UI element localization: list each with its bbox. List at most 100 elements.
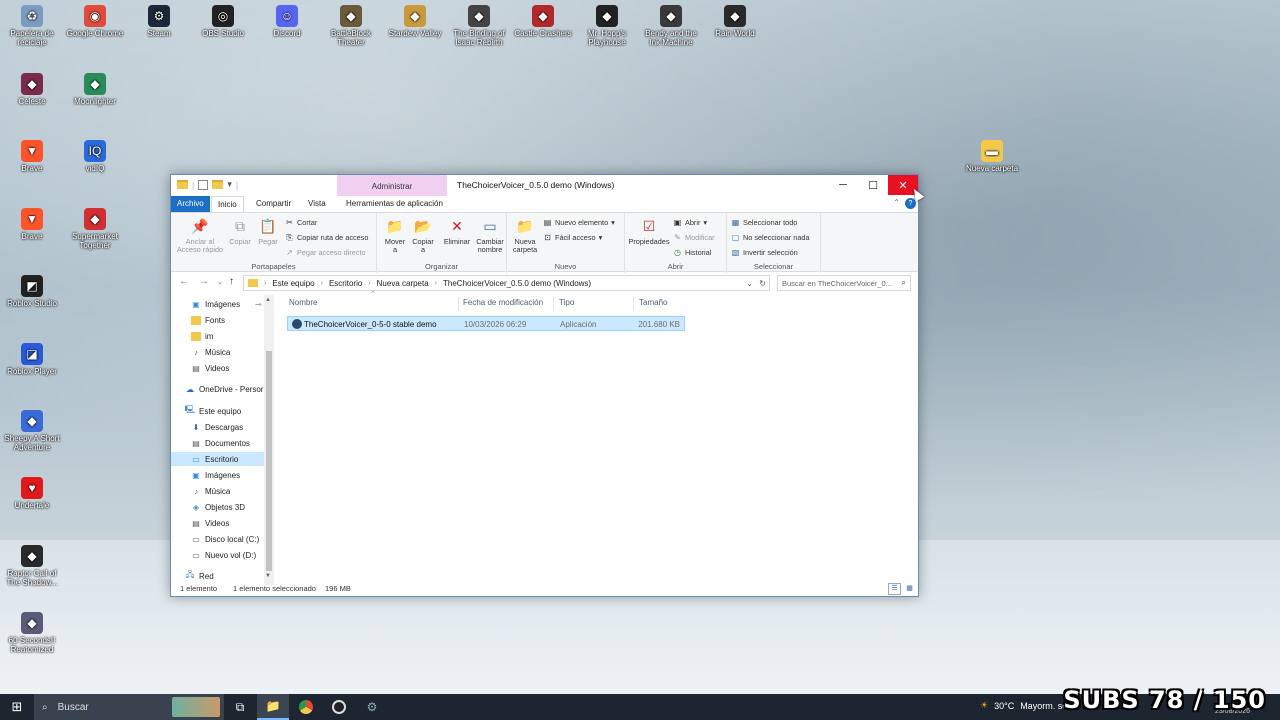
nav-item-im[interactable]: im xyxy=(171,329,264,343)
taskbar-search[interactable]: ⌕ Buscar xyxy=(34,694,224,720)
column-header-tipo[interactable]: Tipo xyxy=(559,298,574,307)
desktop-icon[interactable]: ◆ Sheepy A Short Adventure xyxy=(0,410,64,452)
history-button[interactable]: ◷ Historial xyxy=(673,248,711,257)
steam-taskbar-icon[interactable]: ⚙ xyxy=(356,694,388,720)
scroll-up-icon[interactable]: ▲ xyxy=(265,297,271,303)
details-view-icon[interactable]: ☰ xyxy=(888,583,901,595)
desktop-icon[interactable]: ◆ Celeste xyxy=(0,73,64,106)
nav-item-pc-3[interactable]: ▣ Imágenes xyxy=(171,468,264,482)
nav-scrollbar[interactable]: ▲ ▼ xyxy=(264,295,274,585)
desktop-icon[interactable]: ▼ Brave xyxy=(0,208,64,241)
desktop-icon[interactable]: ◆ Castle Crashers xyxy=(511,5,575,38)
up-arrow-icon[interactable]: ↑ xyxy=(229,276,234,287)
file-explorer-taskbar-icon[interactable]: 📁 xyxy=(257,694,289,720)
desktop-icon[interactable]: ◆ 60 Seconds!! Reatomized xyxy=(0,612,64,654)
desktop-icon[interactable]: ▼ Brave xyxy=(0,140,64,173)
nav-item-pc-1[interactable]: ▤ Documentos xyxy=(171,436,264,450)
desktop-icon[interactable]: ◩ Roblox Studio xyxy=(0,275,64,308)
desktop-icon[interactable]: ◆ Stardew Valley xyxy=(383,5,447,38)
context-tab-administrar[interactable]: Administrar xyxy=(337,175,447,196)
maximize-button[interactable]: ☐ xyxy=(858,175,888,195)
desktop-icon[interactable]: ⚙ Steam xyxy=(127,5,191,38)
desktop-icon[interactable]: ◆ Rain World xyxy=(703,5,767,38)
file-row[interactable]: TheChoicerVoicer_0-5-0 stable demo 10/03… xyxy=(287,316,685,331)
desktop-icon[interactable]: ◆ The Binding of Isaac Rebirth xyxy=(447,5,511,47)
copy-path-button[interactable]: ⎘ Copiar ruta de acceso xyxy=(285,233,368,243)
paste-shortcut-button[interactable]: ↗ Pegar acceso directo xyxy=(285,248,365,257)
easy-access-button[interactable]: ⊡ Fácil acceso ▾ xyxy=(543,233,602,242)
invert-selection-button[interactable]: ▧ Invertir selección xyxy=(731,248,798,257)
scroll-down-icon[interactable]: ▼ xyxy=(265,573,271,579)
move-to-button[interactable]: 📁 Mover a xyxy=(382,216,408,254)
address-dropdown-icon[interactable]: ⌄ xyxy=(746,279,753,288)
obs-taskbar-icon[interactable] xyxy=(323,694,355,720)
nav-item-musica[interactable]: ♪ Música xyxy=(171,345,264,359)
nav-item-pc-8[interactable]: ▭ Nuevo vol (D:) xyxy=(171,548,264,562)
desktop-icon[interactable]: ♥ Undertale xyxy=(0,477,64,510)
properties-button[interactable]: ☑ Propiedades xyxy=(627,216,671,246)
nav-item-pc-7[interactable]: ▭ Disco local (C:) xyxy=(171,532,264,546)
column-header-tamano[interactable]: Tamaño xyxy=(639,298,667,307)
windows-start-icon[interactable]: ⊞ xyxy=(0,694,34,720)
tab-herramientas[interactable]: Herramientas de aplicación xyxy=(340,196,449,212)
large-icons-view-icon[interactable]: ▦ xyxy=(903,583,916,595)
cut-button[interactable]: ✂ Cortar xyxy=(285,218,317,227)
column-header-nombre[interactable]: Nombre xyxy=(289,298,317,307)
nav-item-pc-4[interactable]: ♪ Música xyxy=(171,484,264,498)
task-view-icon[interactable]: ⧉ xyxy=(224,694,256,720)
desktop-icon[interactable]: ▬ Nueva carpeta xyxy=(960,140,1024,173)
desktop-icon[interactable]: ◆ Moonlighter xyxy=(63,73,127,106)
minimize-button[interactable]: ─ xyxy=(828,175,858,195)
select-none-button[interactable]: ▢ No seleccionar nada xyxy=(731,233,810,242)
crumb-este-equipo[interactable]: Este equipo xyxy=(272,279,314,288)
new-item-button[interactable]: ▤ Nuevo elemento ▾ xyxy=(543,218,615,227)
nav-item-pc-0[interactable]: ⬇ Descargas xyxy=(171,420,264,434)
address-bar[interactable]: › Este equipo › Escritorio › Nueva carpe… xyxy=(243,275,770,291)
copy-to-button[interactable]: 📂 Copiar a xyxy=(410,216,436,254)
new-folder-qat-icon[interactable] xyxy=(212,180,224,189)
nav-item-pc-2[interactable]: ▭ Escritorio xyxy=(171,452,264,466)
properties-qat-icon[interactable] xyxy=(198,179,209,190)
chrome-taskbar-icon[interactable] xyxy=(290,694,322,720)
refresh-icon[interactable]: ↻ xyxy=(759,279,766,288)
search-input[interactable]: Buscar en TheChoicerVoicer_0... ⌕ xyxy=(777,275,911,291)
delete-button[interactable]: ✕ Eliminar xyxy=(443,216,471,246)
tab-compartir[interactable]: Compartir xyxy=(250,196,297,212)
nav-item-pc-5[interactable]: ◈ Objetos 3D xyxy=(171,500,264,514)
desktop-icon[interactable]: ◆ Supermarket Together xyxy=(63,208,127,250)
tab-archivo[interactable]: Archivo xyxy=(171,196,210,212)
crumb-nueva-carpeta[interactable]: Nueva carpeta xyxy=(377,279,429,288)
desktop-icon[interactable]: ◆ Bendy and the Ink Machine xyxy=(639,5,703,47)
nav-item-videos[interactable]: ▤ Videos xyxy=(171,361,264,375)
forward-arrow-icon[interactable]: → xyxy=(199,276,209,287)
select-all-button[interactable]: ▦ Seleccionar todo xyxy=(731,218,798,227)
pin-quick-access-button[interactable]: 📌 Anclar al Acceso rápido xyxy=(175,216,225,254)
nav-item-onedrive[interactable]: ☁ OneDrive - Persor xyxy=(171,382,264,396)
nav-item-pc-6[interactable]: ▤ Videos xyxy=(171,516,264,530)
back-arrow-icon[interactable]: ← xyxy=(179,276,189,287)
crumb-current-folder[interactable]: TheChoicerVoicer_0.5.0 demo (Windows) xyxy=(443,279,591,288)
desktop-icon[interactable]: ◉ Google Chrome xyxy=(63,5,127,38)
new-folder-button[interactable]: 📁 Nueva carpeta xyxy=(511,216,539,254)
collapse-ribbon-icon[interactable]: ⌃ xyxy=(893,198,900,207)
desktop-icon[interactable]: ◆ BattleBlock Theater xyxy=(319,5,383,47)
desktop-icon[interactable]: ☺ Discord xyxy=(255,5,319,38)
crumb-escritorio[interactable]: Escritorio xyxy=(329,279,362,288)
nav-item-este-equipo[interactable]: 🖳 Este equipo xyxy=(171,404,264,418)
desktop-icon[interactable]: ◆ Raptor Call of The Shadow... xyxy=(0,545,64,587)
desktop-icon[interactable]: ◎ OBS Studio xyxy=(191,5,255,38)
tab-vista[interactable]: Vista xyxy=(302,196,332,212)
nav-item-imagenes[interactable]: ▣ Imágenes ⊸ xyxy=(171,297,264,311)
tab-inicio[interactable]: Inicio xyxy=(211,196,244,212)
copy-button[interactable]: ⧉ Copiar xyxy=(226,216,254,246)
desktop-icon[interactable]: ♻ Papelera de reciclaje xyxy=(0,5,64,47)
nav-item-fonts[interactable]: Fonts xyxy=(171,313,264,327)
qat-dropdown-icon[interactable]: ▾ xyxy=(227,179,232,190)
nav-item-red[interactable]: 🖧 Red xyxy=(171,569,264,583)
scrollbar-thumb[interactable] xyxy=(266,351,272,571)
desktop-icon[interactable]: IQ vidIQ xyxy=(63,140,127,173)
recent-chevron-icon[interactable]: ⌄ xyxy=(217,278,223,286)
edit-button[interactable]: ✎ Modificar xyxy=(673,233,714,242)
paste-button[interactable]: 📋 Pegar xyxy=(255,216,281,246)
column-header-fecha[interactable]: Fecha de modificación xyxy=(463,298,543,307)
